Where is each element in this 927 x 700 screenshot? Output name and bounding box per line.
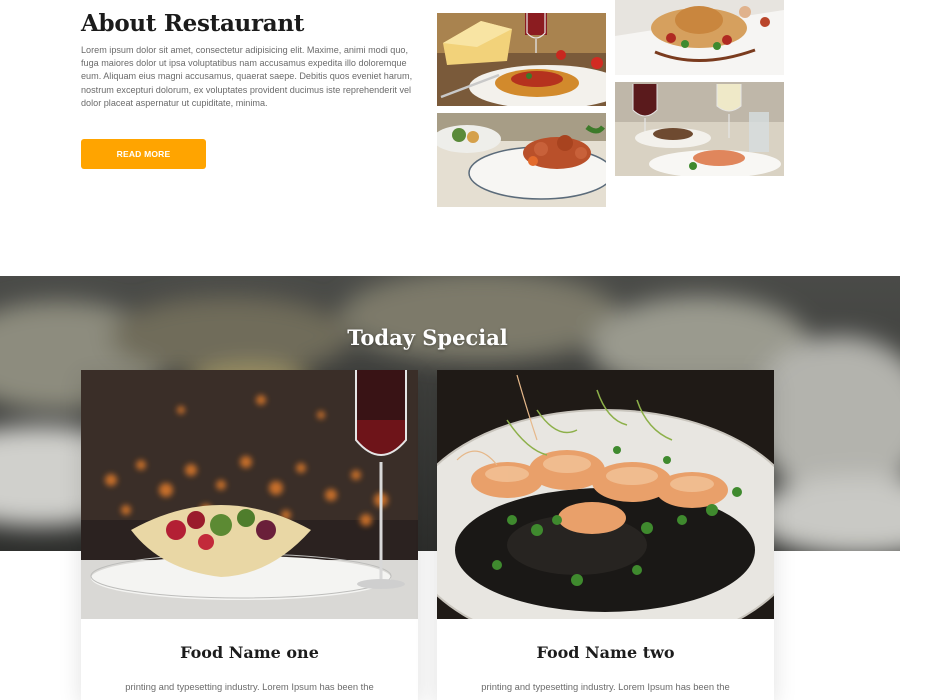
food-description: printing and typesetting industry. Lorem… [125,681,374,692]
food-photo-two [437,370,774,619]
food-name: Food Name two [536,643,675,662]
read-more-button[interactable]: READ MORE [81,139,206,169]
gallery-photo-salmon [615,82,784,176]
gallery-photo-pasta [437,13,606,106]
about-title: About Restaurant [81,10,305,37]
section-title-today-special: Today Special [347,325,508,350]
food-photo-one [81,370,418,619]
food-card-two[interactable]: Food Name two printing and typesetting i… [437,370,774,700]
gallery-photo-seafood [615,0,784,75]
food-name: Food Name one [180,643,319,662]
food-description: printing and typesetting industry. Lorem… [481,681,730,692]
gallery-photo-chicken [437,113,606,207]
about-description: Lorem ipsum dolor sit amet, consectetur … [81,45,413,108]
food-card-one[interactable]: Food Name one printing and typesetting i… [81,370,418,700]
